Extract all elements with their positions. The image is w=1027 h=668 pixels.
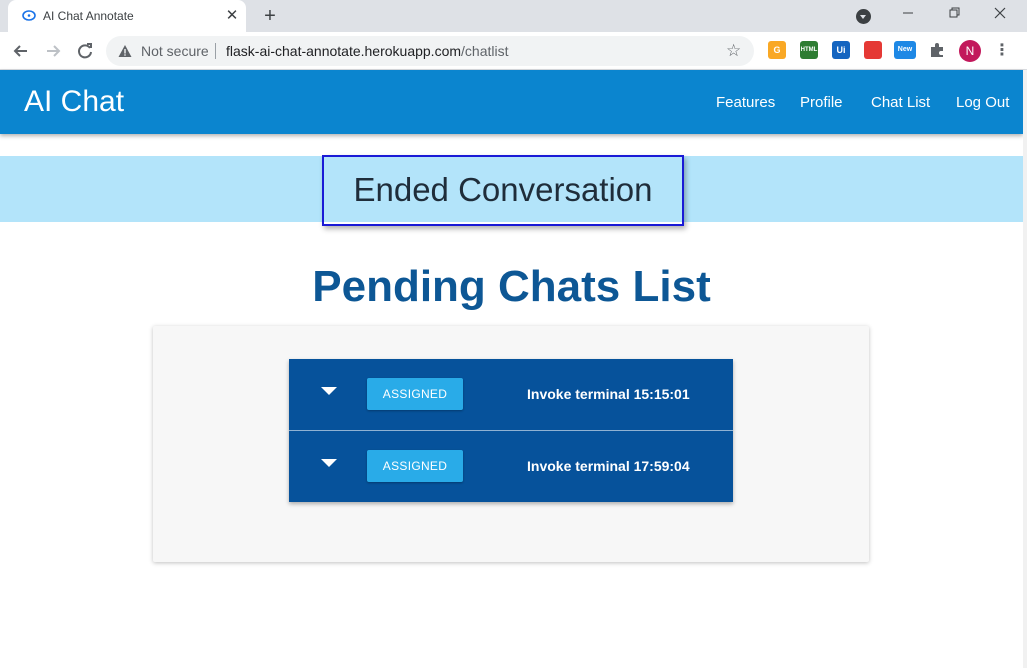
- warning-icon: [118, 45, 132, 57]
- tab-close-icon[interactable]: ✕: [222, 6, 242, 26]
- nav-chat-list[interactable]: Chat List: [871, 94, 930, 111]
- browser-menu-icon[interactable]: ⋮: [994, 40, 1010, 62]
- new-extension-icon[interactable]: New: [894, 41, 916, 59]
- chat-name: Invoke terminal 17:59:04: [527, 458, 690, 474]
- chat-favicon-icon: [22, 10, 36, 21]
- nav-features[interactable]: Features: [716, 94, 775, 111]
- chat-name: Invoke terminal 15:15:01: [527, 386, 690, 402]
- browser-tab[interactable]: AI Chat Annotate ✕: [8, 0, 246, 32]
- chat-row[interactable]: ASSIGNED Invoke terminal 17:59:04: [289, 430, 733, 502]
- chat-row[interactable]: ASSIGNED Invoke terminal 15:15:01: [289, 359, 733, 430]
- ended-conversation-box: Ended Conversation: [322, 155, 684, 226]
- tab-search-icon[interactable]: [856, 9, 871, 24]
- restore-icon[interactable]: [931, 0, 977, 32]
- extensions-puzzle-icon[interactable]: [928, 41, 946, 59]
- security-label: Not secure: [141, 43, 209, 59]
- status-badge[interactable]: ASSIGNED: [367, 450, 463, 482]
- browser-tab-strip: AI Chat Annotate ✕ +: [0, 0, 1027, 32]
- page-title: Pending Chats List: [312, 262, 711, 311]
- browser-toolbar: Not secure flask-ai-chat-annotate.heroku…: [0, 32, 1027, 70]
- page-scrollbar[interactable]: [1023, 70, 1027, 668]
- bookmark-star-icon[interactable]: ☆: [726, 41, 741, 61]
- brand-logo[interactable]: AI Chat: [24, 85, 124, 119]
- expand-caret-icon[interactable]: [321, 459, 337, 467]
- url-host: flask-ai-chat-annotate.herokuapp.com: [226, 43, 462, 59]
- tab-title: AI Chat Annotate: [43, 9, 134, 23]
- profile-avatar[interactable]: N: [959, 40, 981, 62]
- ui-extension-icon[interactable]: Ui: [832, 41, 850, 59]
- color-extension-icon[interactable]: [864, 41, 882, 59]
- expand-caret-icon[interactable]: [321, 387, 337, 395]
- reload-icon[interactable]: [72, 38, 98, 64]
- g-extension-icon[interactable]: G: [768, 41, 786, 59]
- app-navbar: AI Chat Features Profile Chat List Log O…: [0, 70, 1023, 134]
- banner-text: Ended Conversation: [353, 171, 653, 208]
- forward-icon[interactable]: [40, 38, 66, 64]
- omnibox-divider: [215, 43, 216, 59]
- html-extension-icon[interactable]: HTML: [800, 41, 818, 59]
- chat-list: ASSIGNED Invoke terminal 15:15:01 ASSIGN…: [289, 359, 733, 502]
- close-window-icon[interactable]: [977, 0, 1023, 32]
- url-path: /chatlist: [461, 43, 509, 59]
- url-text: flask-ai-chat-annotate.herokuapp.com/cha…: [226, 43, 509, 59]
- new-tab-button[interactable]: +: [258, 4, 282, 28]
- nav-profile[interactable]: Profile: [800, 94, 843, 111]
- back-icon[interactable]: [8, 38, 34, 64]
- minimize-icon[interactable]: [885, 0, 931, 32]
- status-badge[interactable]: ASSIGNED: [367, 378, 463, 410]
- address-bar[interactable]: Not secure flask-ai-chat-annotate.heroku…: [106, 36, 754, 66]
- nav-log-out[interactable]: Log Out: [956, 94, 1009, 111]
